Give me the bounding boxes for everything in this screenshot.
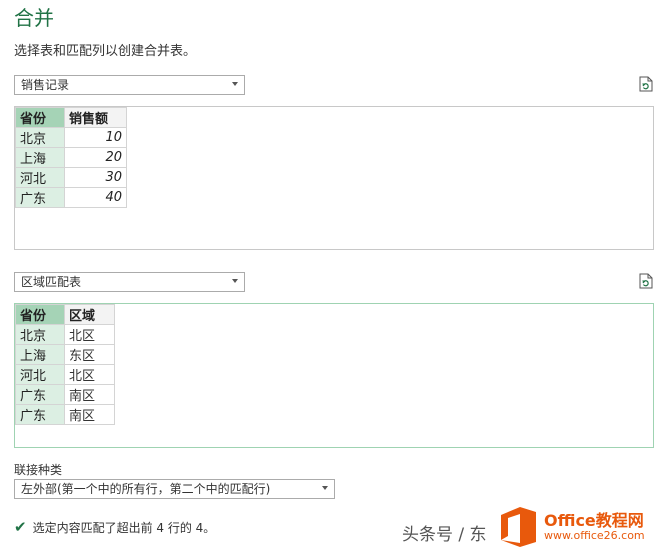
table1-grid: 省份 销售额 北京 10 上海 20 河北 30 广东 40: [15, 107, 127, 208]
cell-province: 河北: [15, 167, 65, 188]
table-row: 广东 40: [15, 187, 127, 208]
join-kind-select[interactable]: 左外部(第一个中的所有行，第二个中的匹配行): [14, 479, 335, 499]
dialog-description: 选择表和匹配列以创建合并表。: [14, 44, 197, 59]
dialog-title: 合并: [14, 6, 54, 30]
column-header-region[interactable]: 区域: [64, 304, 115, 325]
table-row: 上海 东区: [15, 344, 115, 365]
table-row: 河北 北区: [15, 364, 115, 385]
watermark-logo: Office教程网 www.office26.com: [496, 502, 656, 552]
cell-province: 北京: [15, 324, 65, 345]
table2-grid: 省份 区域 北京 北区 上海 东区 河北 北区 广东 南区 广东 南区: [15, 304, 115, 425]
cell-province: 北京: [15, 127, 65, 148]
cell-province: 河北: [15, 364, 65, 385]
cell-province: 广东: [15, 404, 65, 425]
table-row: 广东 南区: [15, 384, 115, 405]
cell-region: 南区: [64, 384, 115, 405]
chevron-down-icon: [232, 82, 238, 86]
cell-province: 广东: [15, 187, 65, 208]
cell-sales: 10: [64, 127, 127, 148]
table-row: 北京 北区: [15, 324, 115, 345]
table-row: 河北 30: [15, 167, 127, 188]
table-row: 上海 20: [15, 147, 127, 168]
table2-select[interactable]: 区域匹配表: [14, 272, 245, 292]
watermark-author: 头条号 / 东: [402, 525, 487, 545]
refresh-icon[interactable]: [639, 273, 653, 289]
table2-preview: 省份 区域 北京 北区 上海 东区 河北 北区 广东 南区 广东 南区: [14, 303, 654, 448]
cell-sales: 30: [64, 167, 127, 188]
cell-province: 上海: [15, 147, 65, 168]
cell-region: 北区: [64, 324, 115, 345]
cell-province: 上海: [15, 344, 65, 365]
watermark-brand: Office教程网: [544, 511, 644, 530]
cell-region: 北区: [64, 364, 115, 385]
office-logo-icon: [501, 507, 536, 547]
match-status: ✔ 选定内容匹配了超出前 4 行的 4。: [14, 518, 215, 536]
cell-sales: 40: [64, 187, 127, 208]
refresh-icon[interactable]: [639, 76, 653, 92]
cell-sales: 20: [64, 147, 127, 168]
cell-region: 东区: [64, 344, 115, 365]
column-header-sales[interactable]: 销售额: [64, 107, 127, 128]
column-header-province[interactable]: 省份: [15, 304, 65, 325]
checkmark-icon: ✔: [14, 518, 27, 536]
match-status-text: 选定内容匹配了超出前 4 行的 4。: [32, 521, 216, 535]
table1-select[interactable]: 销售记录: [14, 75, 245, 95]
cell-region: 南区: [64, 404, 115, 425]
watermark-site: www.office26.com: [544, 529, 645, 542]
table-row: 北京 10: [15, 127, 127, 148]
join-kind-label: 联接种类: [14, 463, 63, 477]
table1-select-value: 销售记录: [21, 78, 70, 92]
column-header-province[interactable]: 省份: [15, 107, 65, 128]
chevron-down-icon: [322, 486, 328, 490]
join-kind-select-value: 左外部(第一个中的所有行，第二个中的匹配行): [21, 482, 271, 496]
chevron-down-icon: [232, 279, 238, 283]
table2-select-value: 区域匹配表: [21, 275, 82, 289]
table1-preview: 省份 销售额 北京 10 上海 20 河北 30 广东 40: [14, 106, 654, 250]
table-row: 广东 南区: [15, 404, 115, 425]
cell-province: 广东: [15, 384, 65, 405]
